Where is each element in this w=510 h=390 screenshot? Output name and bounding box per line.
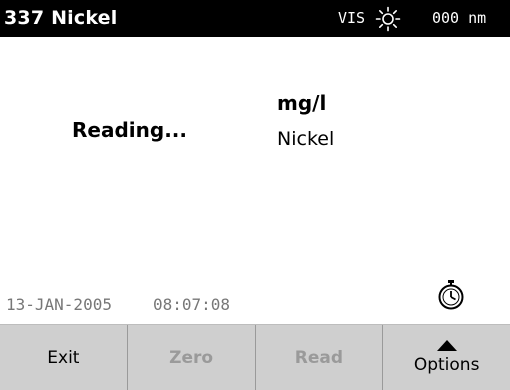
date-display: 13-JAN-2005 <box>6 295 112 314</box>
options-button[interactable]: Options <box>383 325 510 390</box>
arrow-up-icon <box>436 340 457 351</box>
timer-icon[interactable] <box>437 279 465 311</box>
lamp-on-icon <box>375 6 401 32</box>
read-button[interactable]: Read <box>256 325 384 390</box>
program-title: 337 Nickel <box>4 7 118 29</box>
exit-button[interactable]: Exit <box>0 325 128 390</box>
zero-button[interactable]: Zero <box>128 325 256 390</box>
time-display: 08:07:08 <box>153 295 231 314</box>
concentration-units: mg/l <box>277 91 327 115</box>
softkey-bar: Exit Zero Read Options <box>0 324 510 390</box>
exit-button-label: Exit <box>47 347 80 368</box>
zero-button-label: Zero <box>169 347 214 368</box>
reading-status: Reading... <box>72 118 187 142</box>
title-bar: 337 Nickel VIS 000 nm <box>0 0 510 37</box>
read-button-label: Read <box>294 347 343 368</box>
wavelength-readout: 000 nm <box>432 9 487 27</box>
options-button-label: Options <box>413 355 480 375</box>
parameter-name: Nickel <box>277 128 335 150</box>
measurement-mode: VIS <box>338 9 366 27</box>
